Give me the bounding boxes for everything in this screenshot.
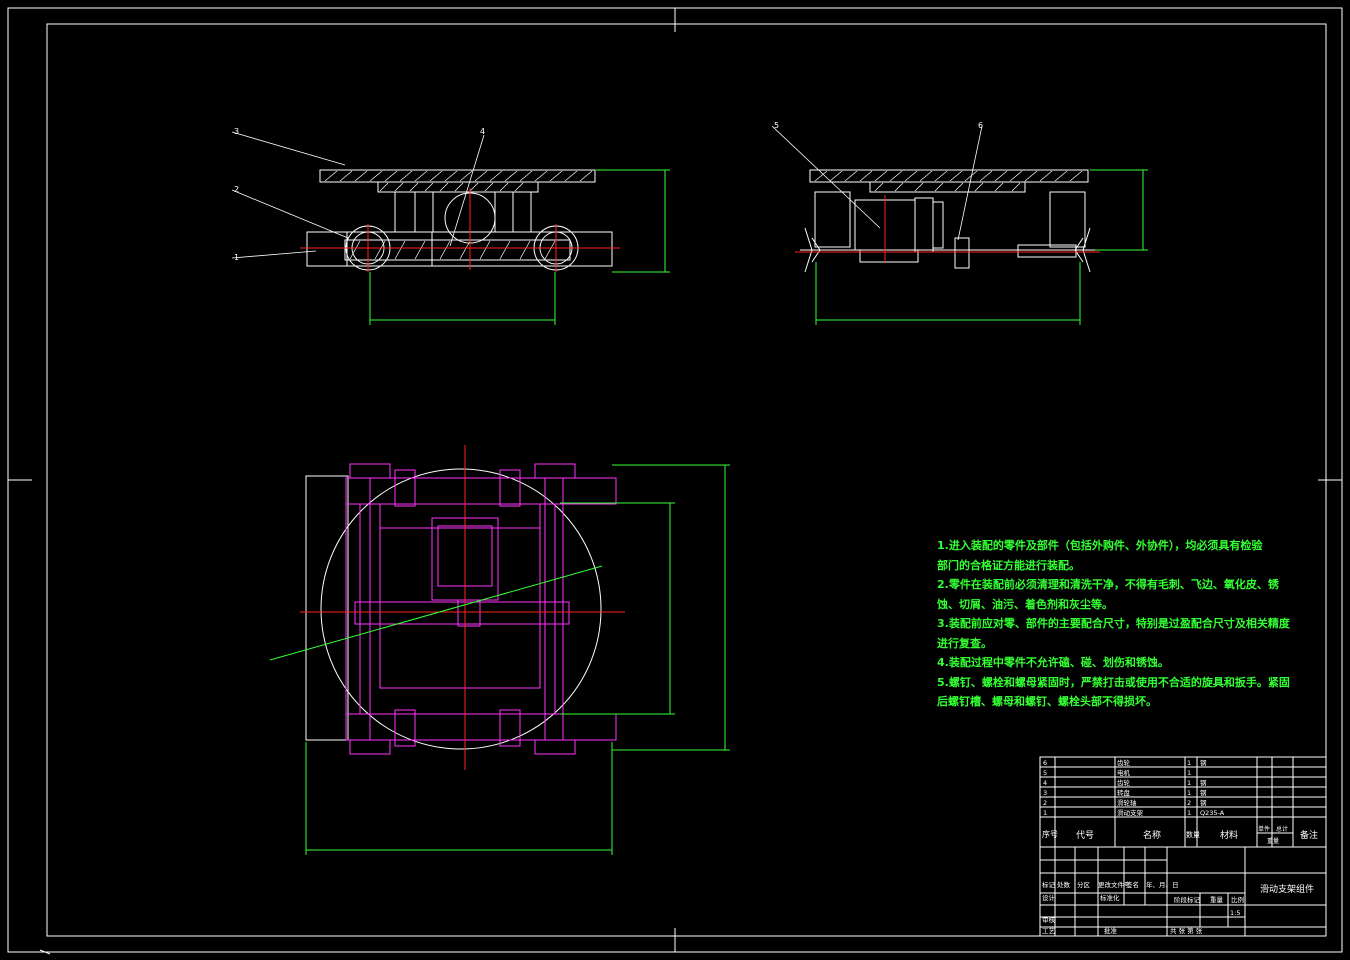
bom-row-seq: 4 (1043, 779, 1047, 787)
cad-drawing: 3 2 1 4 5 6 6 齿轮 1 钢 5 电机 1 4 齿轮 1 钢 3 转… (7, 7, 1343, 955)
side-view (771, 125, 1148, 325)
title-block (1039, 756, 1327, 937)
balloon-2: 2 (234, 185, 239, 194)
bom-header-unit: 单件 (1258, 825, 1270, 833)
balloon-6: 6 (978, 121, 983, 130)
tb-check: 审核 (1042, 915, 1056, 924)
tb-drawing-title: 滑动支架组件 (1260, 883, 1314, 895)
note-line: 2.零件在装配前必须清理和清洗干净，不得有毛刺、飞边、氧化皮、锈 (937, 578, 1279, 591)
front-view (231, 131, 670, 325)
bom-row-qty: 1 (1187, 789, 1191, 797)
bom-row-name: 齿轮 (1117, 758, 1131, 767)
note-line: 部门的合格证方能进行装配。 (937, 558, 1080, 572)
tb-approve: 批准 (1104, 926, 1118, 935)
tb-date: 年、月、日 (1146, 880, 1179, 889)
note-line: 后螺钉槽、螺母和螺钉、螺栓头部不得损坏。 (937, 695, 1157, 708)
bom-row-name: 齿轮 (1117, 778, 1131, 787)
bom-row-mat: 钢 (1200, 799, 1207, 807)
balloon-5: 5 (774, 121, 779, 130)
bom-header-weight: 重量 (1267, 837, 1279, 845)
balloon-1: 1 (234, 253, 239, 262)
bom-header-seq: 序号 (1042, 829, 1058, 839)
note-line: 进行复查。 (937, 636, 992, 650)
note-line: 3.装配前应对零、部件的主要配合尺寸，特别是过盈配合尺寸及相关精度 (937, 617, 1290, 630)
bom-row-qty: 1 (1187, 769, 1191, 777)
tb-count: 处数 (1057, 880, 1071, 889)
bom-header: 序号 代号 名称 数量 材料 单件 总计 重量 备注 (1042, 825, 1318, 845)
balloon-3: 3 (234, 127, 239, 136)
bom-header-qty: 数量 (1186, 830, 1200, 839)
top-view (269, 445, 730, 855)
tb-process: 工艺 (1042, 927, 1056, 935)
tb-sign: 签名 (1126, 880, 1139, 889)
bom-row-qty: 1 (1187, 809, 1191, 817)
bom-row-seq: 5 (1043, 769, 1047, 777)
note-line: 1.进入装配的零件及部件（包括外购件、外协件），均必须具有检验 (937, 539, 1263, 552)
bom-row-mat: 钢 (1200, 789, 1207, 797)
bom-row-seq: 6 (1043, 759, 1047, 767)
bom-row-qty: 2 (1187, 799, 1191, 807)
bom-row-seq: 3 (1043, 789, 1047, 797)
bom-row-seq: 2 (1043, 799, 1047, 807)
bom-row-mat: Q235-A (1200, 809, 1225, 817)
tb-scale-value: 1:5 (1230, 909, 1240, 917)
note-line: 5.螺钉、螺栓和螺母紧固时，严禁打击或使用不合适的旋具和扳手。紧固 (937, 675, 1290, 689)
tb-stage-mark: 阶段标记 (1174, 895, 1201, 904)
tb-scale: 比例 (1231, 895, 1244, 904)
bom-row-name: 滑动支架 (1117, 808, 1144, 817)
tb-zone: 分区 (1077, 880, 1091, 889)
tb-design: 设计 (1042, 893, 1056, 902)
note-line: 4.装配过程中零件不允许磕、碰、划伤和锈蚀。 (937, 656, 1169, 669)
tb-standardize: 标准化 (1100, 893, 1120, 902)
tb-mark: 标记 (1042, 880, 1056, 889)
bom-row-mat: 钢 (1200, 759, 1207, 767)
bom-row-name: 电机 (1117, 768, 1131, 777)
bom-row-name: 转盘 (1117, 788, 1131, 797)
bom-row-mat: 钢 (1200, 779, 1207, 787)
bom-row-qty: 1 (1187, 759, 1191, 767)
bom-row-qty: 1 (1187, 779, 1191, 787)
technical-requirements: 1.进入装配的零件及部件（包括外购件、外协件），均必须具有检验 部门的合格证方能… (937, 536, 1290, 712)
bom-header-code: 代号 (1076, 830, 1094, 841)
bom-row-seq: 1 (1043, 809, 1047, 817)
note-line: 蚀、切屑、油污、着色剂和灰尘等。 (937, 597, 1113, 611)
bom-header-total: 总计 (1276, 825, 1288, 833)
bom-header-remark: 备注 (1300, 829, 1318, 841)
bom-row-name: 滑轮轴 (1117, 798, 1137, 807)
bom-header-material: 材料 (1220, 829, 1238, 841)
tb-weight: 重量 (1210, 896, 1224, 904)
balloon-4: 4 (480, 127, 485, 136)
bom-header-name: 名称 (1143, 829, 1161, 841)
tb-sheets: 共 张 第 张 (1170, 926, 1203, 935)
